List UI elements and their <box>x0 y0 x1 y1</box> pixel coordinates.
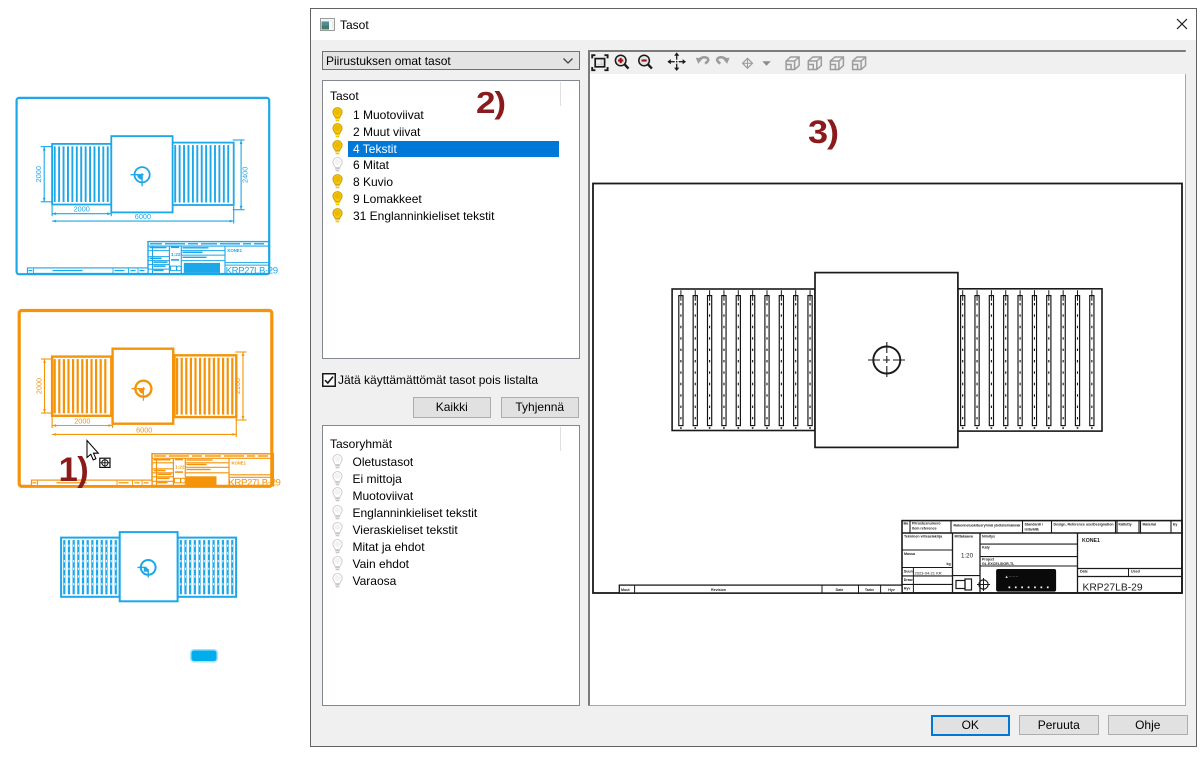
svg-text:KRP27LB-29: KRP27LB-29 <box>226 265 279 276</box>
svg-text:Hyv: Hyv <box>903 587 910 591</box>
svg-text:Tarkv: Tarkv <box>864 588 873 592</box>
svg-text:KRP27LB-29: KRP27LB-29 <box>1082 583 1142 594</box>
svg-text:Revision: Revision <box>711 588 726 592</box>
svg-text:▲·······: ▲······· <box>1004 574 1018 579</box>
svg-text:Item reference: Item reference <box>912 527 937 531</box>
svg-text:6000: 6000 <box>136 425 152 434</box>
svg-text:KONE1: KONE1 <box>232 460 247 465</box>
svg-text:Material: Material <box>1142 523 1156 527</box>
svg-text:istävällä: istävällä <box>1024 528 1038 532</box>
svg-text:1:20: 1:20 <box>960 553 973 560</box>
svg-text:Rakenneluokitusryhmä yhdistelm: Rakenneluokitusryhmä yhdistelmänrak <box>953 524 1020 528</box>
svg-text:Ba: Ba <box>903 522 909 526</box>
svg-text:1:22: 1:22 <box>175 464 185 470</box>
svg-text:KONE1: KONE1 <box>1082 538 1100 544</box>
svg-text:Tekninen viiteasiakirja: Tekninen viiteasiakirja <box>904 535 943 539</box>
svg-text:GL.EXCELSIOR-TL: GL.EXCELSIOR-TL <box>982 562 1015 566</box>
svg-text:Muut: Muut <box>621 588 630 592</box>
svg-text:Hyv: Hyv <box>888 588 895 592</box>
svg-text:Massa: Massa <box>904 552 916 556</box>
svg-text:1:22: 1:22 <box>171 252 181 258</box>
svg-text:2100: 2100 <box>233 378 242 394</box>
svg-text:Piirustusnumero: Piirustusnumero <box>912 522 941 526</box>
svg-text:Date: Date <box>835 588 843 592</box>
svg-text:2000: 2000 <box>34 166 43 182</box>
svg-text:Draw: Draw <box>903 578 912 582</box>
svg-text:2000: 2000 <box>74 417 90 426</box>
svg-text:KONE1: KONE1 <box>228 248 243 253</box>
svg-text:Used: Used <box>1131 570 1140 574</box>
svg-text:Mittakaava: Mittakaava <box>954 535 973 539</box>
svg-text:Katy: Katy <box>982 546 990 550</box>
svg-text:Suun: Suun <box>903 570 912 574</box>
svg-text:Kältetty: Kältetty <box>1118 523 1131 527</box>
svg-text:2000: 2000 <box>35 378 44 394</box>
svg-text:Design, Reference use/Designat: Design, Reference use/Designation <box>1053 523 1113 527</box>
svg-text:2023-04-21 KR: 2023-04-21 KR <box>914 570 941 575</box>
svg-text:Project: Project <box>982 558 995 562</box>
svg-text:2000: 2000 <box>74 205 90 214</box>
svg-text:Ey: Ey <box>1173 523 1177 527</box>
svg-text:Nimitys: Nimitys <box>982 535 995 539</box>
svg-text:2400: 2400 <box>241 167 250 183</box>
svg-text:6000: 6000 <box>135 212 151 221</box>
svg-text:kg: kg <box>946 562 950 566</box>
svg-text:Date: Date <box>1080 570 1088 574</box>
svg-text:Standardi /: Standardi / <box>1024 523 1043 527</box>
svg-text:KRP27LB-29: KRP27LB-29 <box>228 478 281 489</box>
